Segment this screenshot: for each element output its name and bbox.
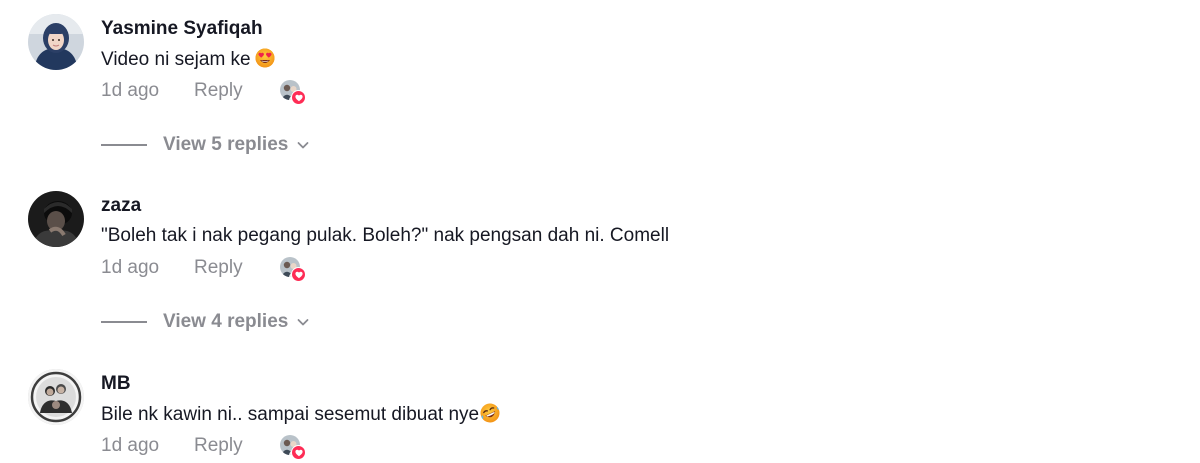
reply-button[interactable]: Reply (194, 435, 280, 457)
reply-button[interactable]: Reply (194, 80, 280, 102)
reply-button[interactable]: Reply (194, 257, 280, 279)
comment-time: 1d ago (101, 257, 160, 278)
divider-line (101, 321, 147, 323)
heart-icon (291, 445, 306, 460)
comment-text: "Boleh tak i nak pegang pulak. Boleh?" n… (101, 225, 670, 246)
chevron-down-icon (297, 142, 309, 149)
comment-text-content: Bile nk kawin ni.. sampai sesemut dibuat… (101, 404, 480, 425)
heart-icon (291, 90, 306, 105)
view-replies-button[interactable]: View 5 replies (101, 132, 310, 158)
comment-username[interactable]: MB (101, 373, 131, 395)
creator-liked-icon[interactable] (280, 257, 306, 282)
comment-meta: 1d ago Reply (101, 255, 306, 282)
avatar[interactable] (28, 369, 84, 425)
heart-eyes-emoji (255, 48, 275, 68)
comment-time: 1d ago (101, 435, 160, 456)
comment-username[interactable]: Yasmine Syafiqah (101, 18, 263, 40)
rofl-emoji (480, 403, 500, 423)
comment-text: Video ni sejam ke (101, 48, 275, 71)
comment-meta: 1d ago Reply (101, 78, 306, 105)
comment-time: 1d ago (101, 80, 160, 101)
comment-text: Bile nk kawin ni.. sampai sesemut dibuat… (101, 403, 500, 426)
comment-meta: 1d ago Reply (101, 433, 306, 460)
view-replies-button[interactable]: View 4 replies (101, 309, 310, 335)
chevron-down-icon (297, 319, 309, 326)
avatar[interactable] (28, 14, 84, 70)
avatar[interactable] (28, 191, 84, 247)
comment-text-content: Video ni sejam ke (101, 49, 251, 70)
view-replies-label: View 4 replies (163, 311, 289, 332)
heart-icon (291, 267, 306, 282)
creator-liked-icon[interactable] (280, 80, 306, 105)
divider-line (101, 144, 147, 146)
creator-liked-icon[interactable] (280, 435, 306, 460)
view-replies-label: View 5 replies (163, 134, 289, 155)
comment-username[interactable]: zaza (101, 195, 141, 217)
